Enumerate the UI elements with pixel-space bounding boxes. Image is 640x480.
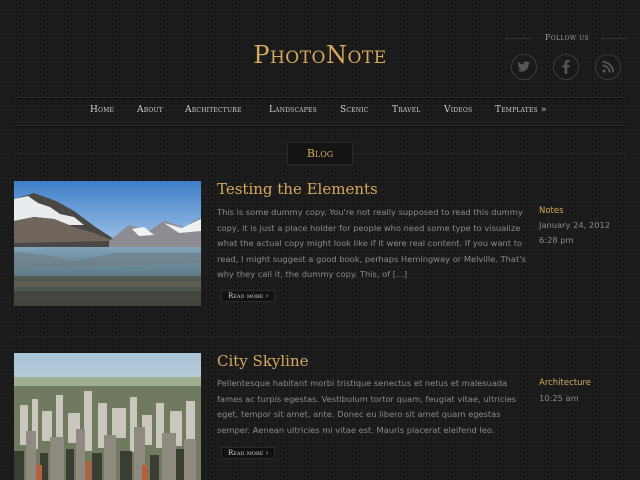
post-excerpt: This is some dummy copy. You're not real… <box>217 207 526 279</box>
divider <box>14 336 626 337</box>
nav-item-travel[interactable]: Travel <box>392 105 420 115</box>
post-category[interactable]: Architecture <box>539 378 591 388</box>
nav-item-templates[interactable]: Templates » <box>495 105 547 115</box>
post-date: January 24, 2012 6:28 pm <box>539 220 611 245</box>
nav-item-landscapes[interactable]: Landscapes <box>269 105 317 115</box>
read-more-button[interactable]: Read more › <box>221 447 276 459</box>
post-title[interactable]: Testing the Elements <box>217 180 378 198</box>
read-more-button[interactable]: Read more › <box>221 290 276 302</box>
nav-item-scenic[interactable]: Scenic <box>340 105 369 115</box>
follow-us-label: Follow us <box>545 33 589 42</box>
post-title[interactable]: City Skyline <box>217 352 309 370</box>
site-logo[interactable]: PhotoNote <box>0 41 640 69</box>
post-thumbnail[interactable] <box>14 353 201 480</box>
post-excerpt: Pellentesque habitant morbi tristique se… <box>217 378 517 435</box>
rss-icon[interactable] <box>595 54 621 80</box>
nav-item-about[interactable]: About <box>137 105 163 115</box>
twitter-icon[interactable] <box>511 54 537 80</box>
divider <box>14 126 626 127</box>
post-thumbnail[interactable] <box>14 181 201 306</box>
post-category[interactable]: Notes <box>539 206 564 216</box>
tab-blog[interactable]: Blog <box>287 142 353 165</box>
mountain-lake-photo <box>14 181 201 306</box>
facebook-icon[interactable] <box>553 54 579 80</box>
nav-item-home[interactable]: Home <box>90 105 114 115</box>
nav-item-videos[interactable]: Videos <box>444 105 472 115</box>
city-skyline-photo <box>14 353 201 480</box>
main-nav: Home About Architecture Landscapes Sceni… <box>0 98 640 126</box>
post-date: 10:25 am <box>539 393 579 403</box>
nav-item-architecture[interactable]: Architecture <box>185 105 242 115</box>
